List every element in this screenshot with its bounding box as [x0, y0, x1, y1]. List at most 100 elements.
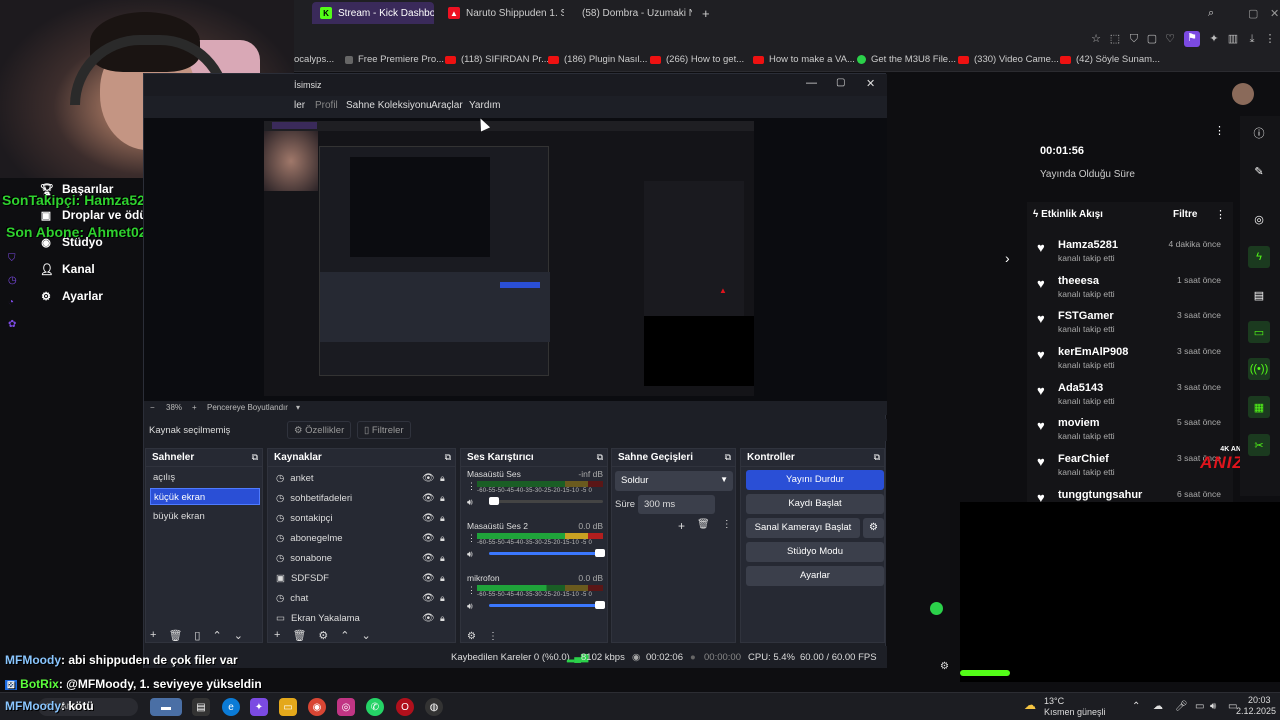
eye-icon[interactable]: 👁︎ [422, 493, 435, 504]
eye-icon[interactable]: 👁︎ [422, 573, 435, 584]
settings-button[interactable]: Ayarlar [746, 566, 884, 586]
mic-icon[interactable]: 🎤︎ [1175, 701, 1188, 712]
extension-icon[interactable]: ▢ [1145, 32, 1159, 46]
screenshot-icon[interactable]: ⬚ [1108, 32, 1122, 46]
layout-icon[interactable]: ▦ [1248, 396, 1270, 418]
more-menu-icon[interactable]: ⋮ [1263, 32, 1277, 46]
more-menu-icon[interactable]: ⋮ [467, 481, 476, 492]
source-item[interactable]: ◷ abonegelme 👁︎ 🔒︎ [276, 529, 456, 547]
bookmark-item[interactable]: (330) Video Came... [958, 54, 1059, 65]
tab-naruto[interactable]: ▲ Naruto Shippuden 1. Sezo [440, 2, 564, 24]
more-menu-icon[interactable]: ⋮ [1214, 124, 1225, 137]
filter-icon[interactable]: ▯ [194, 629, 200, 642]
copilot-icon[interactable]: ✦ [250, 698, 268, 716]
scene-item[interactable]: büyük ekran [150, 508, 260, 525]
zoom-in-icon[interactable]: + [192, 403, 197, 412]
maximize-icon[interactable]: ▢ [836, 77, 845, 88]
nav-item-settings[interactable]: ⚙ Ayarlar [40, 289, 103, 303]
speaker-icon[interactable]: 🔊︎ [1210, 701, 1216, 712]
undock-icon[interactable]: ⧉ [874, 452, 880, 463]
gear-icon[interactable]: ⚙ [318, 629, 328, 642]
network-tray-icon[interactable]: ☁ [1153, 701, 1163, 712]
chevron-down-icon[interactable]: ▾ [296, 403, 300, 412]
menu-help[interactable]: Yardım [469, 100, 501, 111]
zoom-out-icon[interactable]: − [150, 403, 155, 412]
download-icon[interactable]: ⤓ [1245, 32, 1259, 46]
more-menu-icon[interactable]: ⋮ [467, 585, 476, 596]
eye-icon[interactable]: 👁︎ [422, 533, 435, 544]
network-icon[interactable]: ▭ [1195, 701, 1204, 712]
info-icon[interactable]: ⓘ [1248, 122, 1270, 144]
undock-icon[interactable]: ⧉ [252, 452, 258, 463]
bookmark-item[interactable]: Get the M3U8 File... [857, 54, 956, 65]
slider-knob[interactable] [489, 497, 499, 505]
bookmark-item[interactable]: (42) Söyle Sunam... [1060, 54, 1160, 65]
gear-icon[interactable]: ⚙ [467, 631, 476, 642]
speaker-icon[interactable]: 🔊︎ [467, 601, 473, 612]
source-item[interactable]: ◷ sonabone 👁︎ 🔒︎ [276, 549, 456, 567]
obs-icon[interactable]: ◍ [425, 698, 443, 716]
gear-icon[interactable]: ⚙ [940, 661, 949, 672]
document-icon[interactable]: ▤ [1248, 284, 1270, 306]
lock-icon[interactable]: 🔒︎ [440, 593, 445, 604]
lock-icon[interactable]: 🔒︎ [440, 513, 445, 524]
broadcast-icon[interactable]: ((•)) [1248, 358, 1270, 380]
arrow-down-icon[interactable]: ⌄ [234, 629, 243, 642]
more-menu-icon[interactable]: ⋮ [467, 533, 476, 544]
scene-item-selected[interactable]: küçük ekran [150, 488, 260, 505]
speaker-icon[interactable]: 🔊︎ [467, 497, 473, 508]
lock-icon[interactable]: 🔒︎ [440, 533, 445, 544]
bookmark-item[interactable]: How to make a VA... [753, 54, 855, 65]
source-item[interactable]: ◷ chat 👁︎ 🔒︎ [276, 589, 456, 607]
fit-window-button[interactable]: Pencereye Boyutlandır [207, 403, 288, 412]
more-menu-icon[interactable]: ⋮ [1215, 208, 1226, 221]
speaker-icon[interactable]: 🔊︎ [467, 549, 473, 560]
shield-icon[interactable]: ⛉ [8, 248, 17, 270]
close-icon[interactable]: ✕ [866, 77, 875, 90]
shield-icon[interactable]: ⛉ [1127, 32, 1141, 46]
tab-kick-dashboard[interactable]: K Stream - Kick Dashboard [312, 2, 434, 24]
slider-knob[interactable] [595, 601, 605, 609]
lock-icon[interactable]: 🔒︎ [440, 493, 445, 504]
arrow-up-icon[interactable]: ⌃ [340, 629, 349, 642]
studio-mode-button[interactable]: Stüdyo Modu [746, 542, 884, 562]
nav-item-channel[interactable]: 👤︎ Kanal [40, 262, 95, 276]
sidebar-icon[interactable]: ▥ [1226, 32, 1240, 46]
bookmark-item[interactable]: (118) SIFIRDAN Pr... [445, 54, 549, 65]
eye-icon[interactable]: 👁︎ [422, 513, 435, 524]
car-widget-icon[interactable]: ▬ [150, 698, 182, 716]
source-item[interactable]: ◷ anket 👁︎ 🔒︎ [276, 469, 456, 487]
start-virtual-camera-button[interactable]: Sanal Kamerayı Başlat [746, 518, 860, 538]
source-item[interactable]: ▣ SDFSDF 👁︎ 🔒︎ [276, 569, 456, 587]
filters-button[interactable]: ▯ Filtreler [357, 421, 411, 439]
wrench-icon[interactable]: ✂ [1248, 434, 1270, 456]
eye-icon[interactable]: 👁︎ [422, 593, 435, 604]
clock-date[interactable]: 2.12.2025 [1236, 706, 1276, 716]
more-menu-icon[interactable]: ⋮ [488, 631, 498, 642]
opera-icon[interactable]: O [396, 698, 414, 716]
trash-icon[interactable]: 🗑︎ [697, 519, 710, 533]
volume-slider[interactable] [489, 601, 605, 609]
green-button-edge[interactable] [960, 670, 1010, 676]
heart-icon[interactable]: ♡ [1163, 32, 1177, 46]
filter-button[interactable]: Filtre [1173, 209, 1197, 220]
undock-icon[interactable]: ⧉ [725, 452, 731, 463]
add-icon[interactable]: + [678, 519, 685, 533]
bookmark-item[interactable]: (186) Plugin Nasıl... [548, 54, 647, 65]
undock-icon[interactable]: ⧉ [445, 452, 451, 463]
bolt-icon[interactable]: ϟ [1248, 246, 1270, 268]
trash-icon[interactable]: 🗑︎ [168, 629, 182, 642]
avatar[interactable] [1232, 83, 1254, 105]
bookmark-item[interactable]: Free Premiere Pro... [345, 54, 444, 65]
obs-preview[interactable]: ▲ [144, 118, 887, 401]
chevron-up-icon[interactable]: ⌃ [1132, 701, 1140, 712]
close-icon[interactable]: ✕ [1262, 2, 1280, 24]
transition-select[interactable]: Soldur ▼ [615, 471, 733, 491]
new-tab-button[interactable]: + [694, 2, 714, 24]
undock-icon[interactable]: ⧉ [597, 452, 603, 463]
settings-icon[interactable]: ✿ [8, 314, 17, 336]
tab-youtube[interactable]: (58) Dombra - Uzumaki N [568, 2, 692, 24]
volume-slider[interactable] [489, 497, 603, 505]
pencil-icon[interactable]: ✎ [1248, 160, 1270, 182]
search-icon[interactable]: ⌕ [1200, 2, 1222, 24]
